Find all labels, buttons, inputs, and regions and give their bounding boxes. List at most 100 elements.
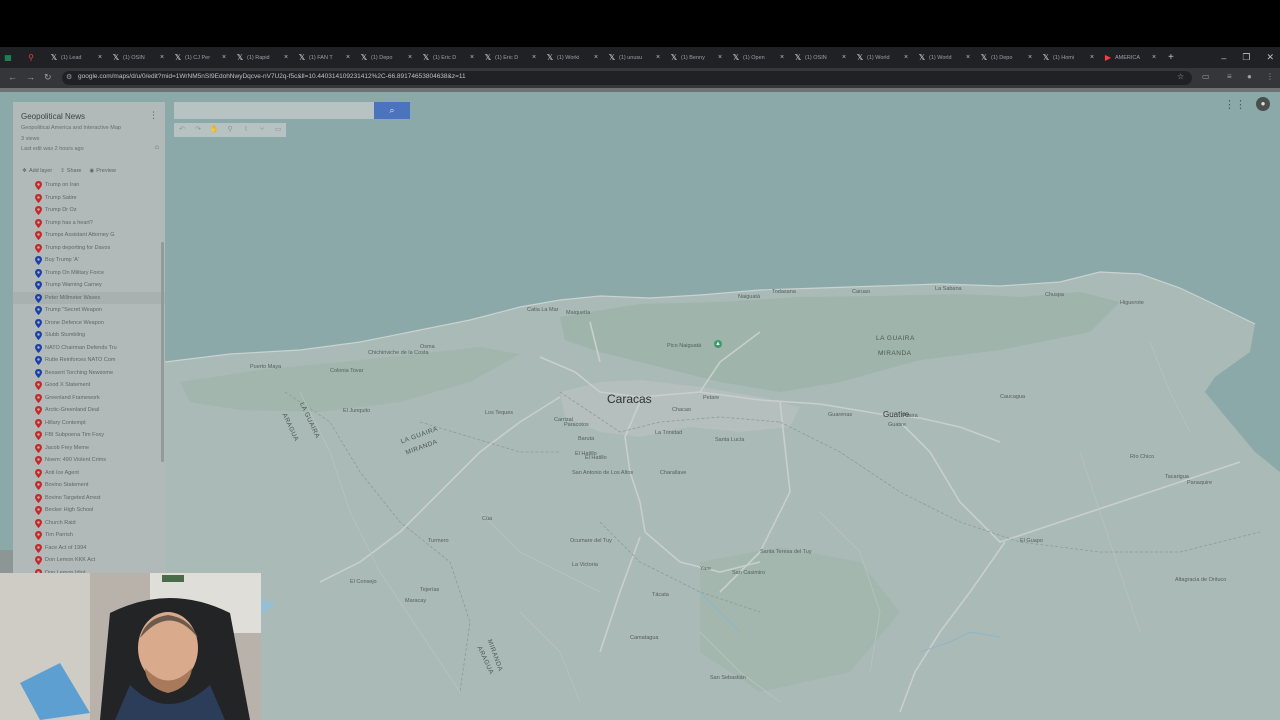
search-button[interactable]: ⌕ bbox=[374, 102, 410, 119]
account-avatar[interactable]: ● bbox=[1256, 97, 1270, 111]
close-window-icon[interactable]: ✕ bbox=[1266, 52, 1274, 63]
browser-tab[interactable]: 𝕏 (1) World × bbox=[852, 47, 914, 68]
tab-close-icon[interactable]: × bbox=[1028, 54, 1034, 61]
tab-close-icon[interactable]: × bbox=[222, 54, 228, 61]
back-icon[interactable]: ← bbox=[8, 72, 17, 82]
hand-icon[interactable]: ✋ bbox=[206, 123, 222, 137]
layer-item[interactable]: Good X Statement bbox=[13, 379, 165, 392]
map-title[interactable]: Geopolitical News bbox=[21, 112, 85, 121]
browser-tab[interactable]: ⚲ bbox=[23, 47, 46, 68]
tab-close-icon[interactable]: × bbox=[284, 54, 290, 61]
tab-close-icon[interactable]: × bbox=[408, 54, 414, 61]
map-description[interactable]: Geopolitical America and Interactive Map bbox=[21, 125, 121, 131]
layer-item[interactable]: Slubb Stumbling bbox=[13, 329, 165, 342]
tab-close-icon[interactable]: × bbox=[160, 54, 166, 61]
layer-item[interactable]: Bessent Torching Newsome bbox=[13, 367, 165, 380]
minimize-icon[interactable]: – bbox=[1221, 53, 1226, 63]
tab-close-icon[interactable]: × bbox=[780, 54, 786, 61]
marker-icon[interactable]: ⚲ bbox=[222, 123, 238, 137]
layer-item[interactable]: Peter Millmeter Waves bbox=[13, 291, 165, 304]
forward-icon[interactable]: → bbox=[26, 72, 35, 82]
collapse-icon[interactable]: ⌂ bbox=[155, 144, 159, 151]
route-icon[interactable]: ⑂ bbox=[254, 123, 270, 137]
layer-item[interactable]: Don Lemon KKK Act bbox=[13, 554, 165, 567]
browser-tab[interactable]: 𝕏 (1) Depo × bbox=[976, 47, 1038, 68]
browser-tab[interactable]: ▦ bbox=[0, 47, 23, 68]
tab-close-icon[interactable]: × bbox=[532, 54, 538, 61]
layer-item[interactable]: Face Act of 1994 bbox=[13, 542, 165, 555]
extensions-icon[interactable]: ≡ bbox=[1227, 72, 1232, 81]
layer-item[interactable]: NATO Chairman Defends Tru bbox=[13, 342, 165, 355]
layer-item[interactable]: Trump "Secret Weapon bbox=[13, 304, 165, 317]
layer-item[interactable]: FBI Subpoena Tim Foxy bbox=[13, 429, 165, 442]
tab-close-icon[interactable]: × bbox=[656, 54, 662, 61]
site-info-icon[interactable]: ⚙ bbox=[66, 73, 72, 81]
layer-item[interactable]: Hillary Contempt bbox=[13, 417, 165, 430]
undo-icon[interactable]: ↶ bbox=[174, 123, 190, 137]
layer-item[interactable]: Becker High School bbox=[13, 504, 165, 517]
tab-close-icon[interactable]: × bbox=[966, 54, 972, 61]
profile-icon[interactable]: ● bbox=[1247, 72, 1252, 81]
browser-tab[interactable]: 𝕏 (1) CJ Per × bbox=[170, 47, 232, 68]
browser-menu-icon[interactable]: ⋮ bbox=[1266, 72, 1274, 81]
browser-tab[interactable]: 𝕏 (1) Lead × bbox=[46, 47, 108, 68]
tab-close-icon[interactable]: × bbox=[718, 54, 724, 61]
restore-icon[interactable]: ❐ bbox=[1242, 52, 1250, 63]
layer-item[interactable]: Trump Dr Oz bbox=[13, 204, 165, 217]
browser-tab[interactable]: 𝕏 (1) Benny × bbox=[666, 47, 728, 68]
browser-tab[interactable]: 𝕏 (1) FAN T × bbox=[294, 47, 356, 68]
map-search-input[interactable] bbox=[174, 102, 374, 119]
share-button[interactable]: ⇪ Share bbox=[60, 168, 81, 174]
layer-item[interactable]: Rutte Reinforces NATO Com bbox=[13, 354, 165, 367]
tab-close-icon[interactable]: × bbox=[842, 54, 848, 61]
layer-item[interactable]: Buy Trump 'A' bbox=[13, 254, 165, 267]
browser-tab[interactable]: 𝕏 (1) OSIN × bbox=[108, 47, 170, 68]
sidebar-icon[interactable]: ▭ bbox=[1202, 72, 1210, 81]
mountain-poi-icon[interactable]: ▲ bbox=[714, 340, 722, 348]
browser-tab[interactable]: 𝕏 (1) OSIN × bbox=[790, 47, 852, 68]
reload-icon[interactable]: ↻ bbox=[44, 72, 52, 83]
layer-item[interactable]: Arctic-Greenland Deal bbox=[13, 404, 165, 417]
layer-item[interactable]: Tim Parrish bbox=[13, 529, 165, 542]
layer-item[interactable]: Trump deporting for Davos bbox=[13, 242, 165, 255]
browser-tab[interactable]: 𝕏 (1) Open × bbox=[728, 47, 790, 68]
layer-item[interactable]: Trump Satire bbox=[13, 192, 165, 205]
layer-item[interactable]: Trump On Military Force bbox=[13, 267, 165, 280]
panel-scrollbar[interactable] bbox=[161, 242, 164, 462]
layer-item[interactable]: Bovino Statement bbox=[13, 479, 165, 492]
layer-item[interactable]: Trumps Assistant Attorney G bbox=[13, 229, 165, 242]
layer-item[interactable]: Greenland Framework bbox=[13, 392, 165, 405]
browser-tab[interactable]: 𝕏 (1) Homi × bbox=[1038, 47, 1100, 68]
layer-item[interactable]: Bovino Targeted Arrest bbox=[13, 492, 165, 505]
browser-tab[interactable]: 𝕏 (1) Eric D × bbox=[418, 47, 480, 68]
layer-item[interactable]: Jacob Frey Meme bbox=[13, 442, 165, 455]
panel-menu-icon[interactable]: ⋮ bbox=[149, 110, 158, 121]
add-layer-button[interactable]: ❖ Add layer bbox=[22, 168, 52, 174]
layer-item[interactable]: Trump Warning Carney bbox=[13, 279, 165, 292]
layer-item[interactable]: Anti Ice Agent bbox=[13, 467, 165, 480]
tab-close-icon[interactable]: × bbox=[346, 54, 352, 61]
layer-item[interactable]: Drone Defence Weapon bbox=[13, 317, 165, 330]
layer-item[interactable]: Church Raid bbox=[13, 517, 165, 530]
tab-close-icon[interactable]: × bbox=[1152, 54, 1158, 61]
tab-close-icon[interactable]: × bbox=[1090, 54, 1096, 61]
new-tab-icon[interactable]: + bbox=[1168, 52, 1174, 63]
layer-item[interactable]: Trump has a heart? bbox=[13, 217, 165, 230]
layer-item[interactable]: Trump on Iran bbox=[13, 179, 165, 192]
bookmark-star-icon[interactable]: ☆ bbox=[1177, 72, 1184, 81]
ruler-icon[interactable]: ▭ bbox=[270, 123, 286, 137]
preview-button[interactable]: ◉ Preview bbox=[89, 168, 115, 174]
browser-tab[interactable]: 𝕏 (1) World × bbox=[914, 47, 976, 68]
google-apps-icon[interactable]: ⋮⋮ bbox=[1224, 98, 1246, 111]
browser-tab[interactable]: 𝕏 (1) Worki × bbox=[542, 47, 604, 68]
browser-tab[interactable]: 𝕏 (1) Rapid × bbox=[232, 47, 294, 68]
tab-close-icon[interactable]: × bbox=[470, 54, 476, 61]
tab-close-icon[interactable]: × bbox=[904, 54, 910, 61]
address-bar[interactable]: ⚙ google.com/maps/d/u/0/edit?mid=1WrNM5n… bbox=[62, 71, 1192, 85]
browser-tab[interactable]: 𝕏 (1) Eric D × bbox=[480, 47, 542, 68]
layer-item[interactable]: Noem: 490 Violent Crims bbox=[13, 454, 165, 467]
redo-icon[interactable]: ↷ bbox=[190, 123, 206, 137]
browser-tab[interactable]: ▶ AMERICA × bbox=[1100, 47, 1162, 68]
tab-close-icon[interactable]: × bbox=[594, 54, 600, 61]
tab-close-icon[interactable]: × bbox=[98, 54, 104, 61]
